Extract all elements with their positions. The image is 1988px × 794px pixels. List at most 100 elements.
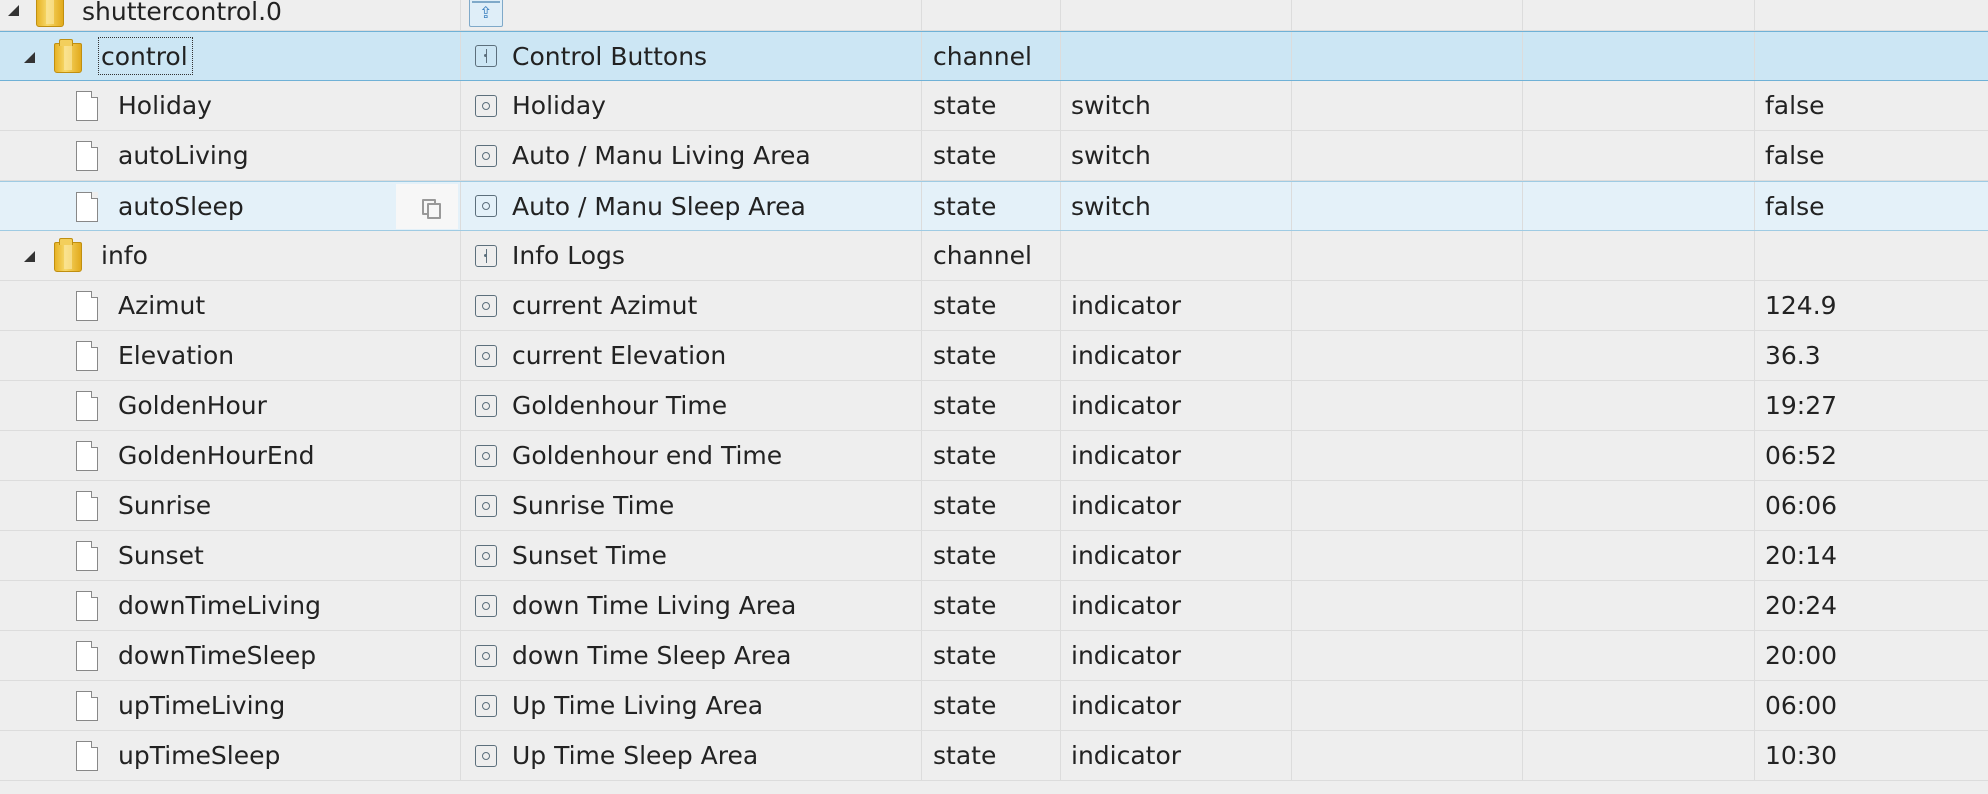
tree-row-state[interactable]: Sunset Sunset Time state indicator 20:14 [0, 531, 1988, 581]
object-id-label[interactable]: autoSleep [118, 182, 244, 230]
state-type-icon [475, 744, 497, 767]
file-icon [76, 341, 98, 371]
expand-triangle-icon[interactable] [24, 52, 35, 63]
tree-row-state[interactable]: autoLiving Auto / Manu Living Area state sw… [0, 131, 1988, 181]
object-id-label[interactable]: Holiday [118, 81, 212, 130]
object-name-label: Sunrise Time [512, 491, 675, 520]
room-cell [1291, 32, 1522, 80]
adapter-icon [469, 0, 503, 27]
name-cell: Sunrise Time [460, 481, 921, 530]
role-cell-text: switch [1071, 191, 1151, 221]
tree-row-state[interactable]: Sunrise Sunrise Time state indicator 06:06 [0, 481, 1988, 531]
room-cell [1291, 681, 1522, 730]
type-cell: state [921, 281, 1060, 330]
value-cell [1754, 231, 1988, 280]
copy-icon[interactable] [396, 184, 458, 229]
name-cell: down Time Living Area [460, 581, 921, 630]
object-id-label[interactable]: GoldenHour [118, 381, 267, 430]
value-cell: 10:30 [1754, 731, 1988, 780]
tree-row-state[interactable]: upTimeLiving Up Time Living Area state indi… [0, 681, 1988, 731]
object-id-label[interactable]: control [98, 37, 193, 75]
file-icon [76, 491, 98, 521]
tree-row-state[interactable]: Elevation current Elevation state indicator… [0, 331, 1988, 381]
object-id-label[interactable]: upTimeSleep [118, 731, 280, 780]
object-name-label: current Elevation [512, 341, 727, 370]
tree-row-root[interactable]: shuttercontrol.0 [0, 0, 1988, 31]
id-cell: Elevation [0, 331, 460, 380]
role-cell: indicator [1060, 731, 1291, 780]
type-cell-text: state [933, 541, 997, 570]
state-type-icon [475, 694, 497, 717]
type-cell: state [921, 481, 1060, 530]
root-id-label: shuttercontrol.0 [82, 0, 282, 26]
room-cell [1291, 381, 1522, 430]
object-name-label: Control Buttons [512, 41, 708, 71]
object-id-label[interactable]: Sunrise [118, 481, 211, 530]
tree-row-state[interactable]: autoSleep Auto / Manu Sleep Area state swit… [0, 181, 1988, 231]
role-cell-text: indicator [1071, 291, 1182, 320]
room-cell [1291, 81, 1522, 130]
value-cell: 06:52 [1754, 431, 1988, 480]
object-id-label[interactable]: downTimeSleep [118, 631, 316, 680]
tree-row-state[interactable]: downTimeSleep down Time Sleep Area state in… [0, 631, 1988, 681]
function-cell [1522, 182, 1754, 230]
value-cell: false [1754, 182, 1988, 230]
tree-row-state[interactable]: downTimeLiving down Time Living Area state… [0, 581, 1988, 631]
object-id-label[interactable]: Azimut [118, 281, 205, 330]
role-cell [1060, 231, 1291, 280]
name-cell: down Time Sleep Area [460, 631, 921, 680]
name-cell: Auto / Manu Sleep Area [460, 182, 921, 230]
tree-row-state[interactable]: GoldenHour Goldenhour Time state indicator 1… [0, 381, 1988, 431]
role-cell [1060, 0, 1291, 30]
type-cell-text: state [933, 691, 997, 720]
value-cell [1754, 0, 1988, 30]
id-cell: Sunset [0, 531, 460, 580]
type-cell: state [921, 581, 1060, 630]
role-cell-text: indicator [1071, 741, 1182, 770]
type-cell-text: state [933, 291, 997, 320]
function-cell [1522, 331, 1754, 380]
object-id-label[interactable]: autoLiving [118, 131, 249, 180]
tree-row-state[interactable]: Azimut current Azimut state indicator 124.9 [0, 281, 1988, 331]
room-cell [1291, 231, 1522, 280]
tree-row-channel[interactable]: control Control Buttons channel [0, 31, 1988, 81]
role-cell: switch [1060, 81, 1291, 130]
id-cell: GoldenHourEnd [0, 431, 460, 480]
object-id-label[interactable]: upTimeLiving [118, 681, 285, 730]
tree-row-state[interactable]: GoldenHourEnd Goldenhour end Time state ind… [0, 431, 1988, 481]
type-cell: state [921, 681, 1060, 730]
expand-triangle-icon[interactable] [24, 251, 35, 262]
function-cell [1522, 231, 1754, 280]
type-cell: state [921, 731, 1060, 780]
function-cell [1522, 32, 1754, 80]
channel-type-icon [475, 244, 497, 267]
role-cell-text: indicator [1071, 491, 1182, 520]
object-name-label: down Time Living Area [512, 591, 797, 620]
tree-row-state[interactable]: Holiday Holiday state switch false [0, 81, 1988, 131]
expand-triangle-icon[interactable] [8, 5, 19, 16]
function-cell [1522, 431, 1754, 480]
object-name-label: Up Time Living Area [512, 691, 764, 720]
role-cell-text: indicator [1071, 541, 1182, 570]
room-cell [1291, 731, 1522, 780]
value-cell-text: 36.3 [1765, 341, 1821, 370]
object-name-label: current Azimut [512, 291, 698, 320]
object-id-label[interactable]: Elevation [118, 331, 234, 380]
object-id-label[interactable]: downTimeLiving [118, 581, 321, 630]
object-id-label[interactable]: GoldenHourEnd [118, 431, 314, 480]
tree-row-state[interactable]: upTimeSleep Up Time Sleep Area state indica… [0, 731, 1988, 781]
file-icon [76, 741, 98, 771]
object-id-label[interactable]: info [101, 231, 148, 280]
role-cell: indicator [1060, 331, 1291, 380]
type-cell-text: state [933, 491, 997, 520]
tree-row-channel[interactable]: info Info Logs channel [0, 231, 1988, 281]
name-cell: current Azimut [460, 281, 921, 330]
state-type-icon [475, 94, 497, 117]
object-name-label: Holiday [512, 91, 606, 120]
role-cell: switch [1060, 182, 1291, 230]
type-cell [921, 0, 1060, 30]
room-cell [1291, 131, 1522, 180]
object-id-label[interactable]: Sunset [118, 531, 204, 580]
type-cell: channel [921, 32, 1060, 80]
id-cell: control [0, 32, 460, 80]
